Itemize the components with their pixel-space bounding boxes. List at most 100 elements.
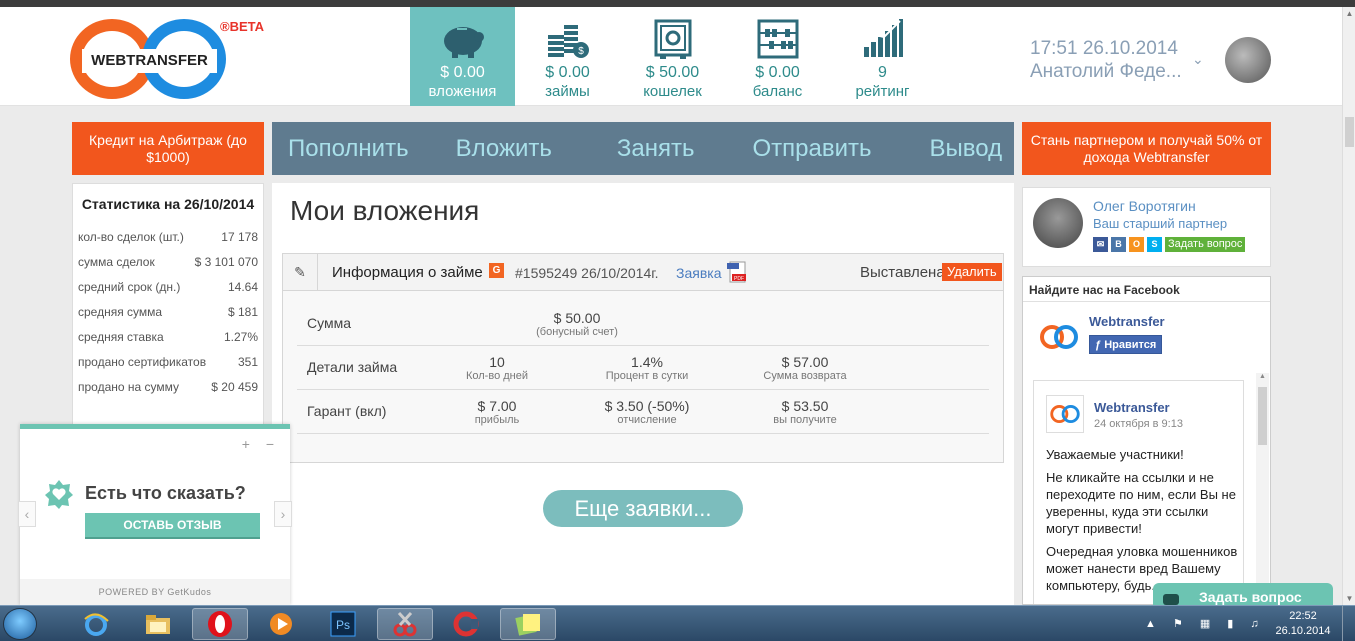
avatar[interactable] bbox=[1225, 37, 1271, 83]
chevron-down-icon[interactable]: ⌄ bbox=[1192, 51, 1204, 68]
abacus-icon bbox=[757, 19, 798, 59]
loan-number: #1595249 26/10/2014г. bbox=[515, 265, 659, 281]
nav-invest[interactable]: Вложить bbox=[456, 135, 552, 163]
facebook-widget: Найдите нас на Facebook Webtransfer ƒ Нр… bbox=[1022, 276, 1271, 605]
table-cell: 10 Кол-во дней bbox=[465, 354, 528, 382]
loan-status: Выставлена bbox=[860, 264, 945, 281]
sticky-notes-icon[interactable] bbox=[500, 608, 556, 640]
show-desktop-button[interactable] bbox=[1342, 606, 1355, 641]
like-button[interactable]: ƒ Нравится bbox=[1089, 335, 1163, 354]
facebook-post: Webtransfer 24 октября в 9:13 Уважаемые … bbox=[1033, 380, 1244, 604]
table-cell: $ 3.50 (-50%) отчисление bbox=[604, 398, 690, 426]
ask-question-button[interactable]: Задать вопрос bbox=[1165, 237, 1246, 252]
scroll-down-icon[interactable]: ▼ bbox=[1343, 592, 1355, 605]
start-button[interactable] bbox=[3, 608, 37, 640]
svg-text:PDF: PDF bbox=[734, 276, 744, 282]
scroll-up-icon[interactable]: ▲ bbox=[1256, 373, 1269, 380]
svg-text:Ps: Ps bbox=[336, 618, 350, 632]
user-info[interactable]: 17:51 26.10.2014 Анатолий Феде... bbox=[1030, 37, 1182, 83]
scroll-thumb[interactable] bbox=[1345, 117, 1354, 147]
nav-rating[interactable]: 9 рейтинг bbox=[830, 7, 935, 106]
webtransfer-logo-icon[interactable] bbox=[1037, 317, 1081, 357]
odnoklassniki-icon[interactable]: O bbox=[1129, 237, 1144, 252]
stats-panel: Статистика на 26/10/2014 кол-во сделок (… bbox=[72, 183, 264, 433]
svg-text:$: $ bbox=[578, 46, 584, 57]
media-player-icon[interactable] bbox=[253, 608, 309, 640]
partner-banner[interactable]: Стань партнером и получай 50% от дохода … bbox=[1022, 122, 1271, 175]
nav-label: рейтинг bbox=[855, 83, 910, 100]
logo-text: WEBTRANSFER bbox=[82, 49, 217, 73]
nav-balance[interactable]: $ 0.00 баланс bbox=[725, 7, 830, 106]
partner-card: Олег Воротягин Ваш старший партнер ✉ B O… bbox=[1022, 187, 1271, 267]
scroll-up-icon[interactable]: ▲ bbox=[1343, 7, 1355, 20]
main-nav: Пополнить Вложить Занять Отправить Вывод bbox=[272, 122, 1014, 175]
taskbar: Ps ▲ ⚑ ▦ ▮ ♫ 22:52 26.10.2014 bbox=[0, 605, 1355, 641]
ask-question-tab[interactable]: Задать вопрос bbox=[1153, 583, 1333, 605]
nav-loans[interactable]: $ $ 0.00 займы bbox=[515, 7, 620, 106]
nav-label: вложения bbox=[428, 83, 497, 100]
stat-row: продано на сумму $ 20 459 bbox=[78, 380, 258, 394]
page-scrollbar[interactable]: ▲ ▼ bbox=[1342, 7, 1355, 605]
nav-label: займы bbox=[545, 83, 590, 100]
leave-feedback-button[interactable]: ОСТАВЬ ОТЗЫВ bbox=[85, 513, 260, 539]
widget-controls[interactable]: + − bbox=[242, 436, 280, 452]
photoshop-icon[interactable]: Ps bbox=[315, 608, 371, 640]
chevron-right-icon[interactable]: › bbox=[274, 501, 292, 527]
clock[interactable]: 22:52 26.10.2014 bbox=[1272, 609, 1334, 639]
loan-header: ✎ Информация о займе G #1595249 26/10/20… bbox=[283, 254, 1003, 291]
file-explorer-icon[interactable] bbox=[130, 608, 186, 640]
loan-info-card: ✎ Информация о займе G #1595249 26/10/20… bbox=[282, 253, 1004, 463]
partner-avatar[interactable] bbox=[1033, 198, 1083, 248]
partner-name[interactable]: Олег Воротягин bbox=[1093, 198, 1196, 214]
nav-value: $ 0.00 bbox=[755, 64, 800, 81]
header-nav: $ 0.00 вложения $ $ 0.00 займы $ 50.00 к… bbox=[410, 7, 935, 106]
chevron-left-icon[interactable]: ‹ bbox=[18, 501, 36, 527]
internet-explorer-icon[interactable] bbox=[68, 608, 124, 640]
safe-icon bbox=[654, 19, 691, 59]
beta-badge: ®BETA bbox=[220, 19, 265, 34]
table-cell: 1.4% Процент в сутки bbox=[605, 354, 689, 382]
nav-label: баланс bbox=[752, 83, 803, 100]
ccleaner-icon[interactable] bbox=[438, 608, 494, 640]
webtransfer-logo-icon[interactable] bbox=[1046, 395, 1084, 433]
nav-deposit[interactable]: Пополнить bbox=[288, 135, 409, 163]
loan-title: Информация о займе bbox=[332, 264, 483, 281]
kudos-title: Есть что сказать? bbox=[85, 483, 246, 503]
main-content: Мои вложения ✎ Информация о займе G #159… bbox=[272, 183, 1014, 605]
facebook-title: Найдите нас на Facebook bbox=[1023, 277, 1270, 302]
stat-row: сумма сделок $ 3 101 070 bbox=[78, 255, 258, 269]
post-date[interactable]: 24 октября в 9:13 bbox=[1094, 418, 1183, 430]
opera-browser-icon[interactable] bbox=[192, 608, 248, 640]
nav-wallet[interactable]: $ 50.00 кошелек bbox=[620, 7, 725, 106]
kudos-footer[interactable]: POWERED BY GetKudos bbox=[20, 579, 290, 605]
table-cell: $ 7.00 прибыль bbox=[474, 398, 520, 426]
arbitrage-credit-banner[interactable]: Кредит на Арбитраж (до $1000) bbox=[72, 122, 264, 175]
nav-borrow[interactable]: Занять bbox=[617, 135, 695, 163]
facebook-page-name[interactable]: Webtransfer bbox=[1089, 314, 1165, 329]
skype-icon[interactable]: S bbox=[1147, 237, 1162, 252]
facebook-scrollbar[interactable]: ▲ bbox=[1256, 373, 1269, 604]
mail-icon[interactable]: ✉ bbox=[1093, 237, 1108, 252]
nav-value: $ 0.00 bbox=[545, 64, 590, 81]
logo[interactable]: WEBTRANSFER ®BETA bbox=[70, 15, 270, 99]
stat-row: кол-во сделок (шт.) 17 178 bbox=[78, 230, 258, 244]
pdf-icon[interactable]: PDF bbox=[726, 261, 748, 283]
application-link[interactable]: Заявка bbox=[676, 265, 721, 281]
table-row: Детали займа 10 Кол-во дней 1.4% Процент… bbox=[297, 346, 989, 390]
header: WEBTRANSFER ®BETA $ 0.00 вложения $ $ 0.… bbox=[0, 7, 1342, 106]
chat-icon bbox=[1163, 594, 1179, 605]
vk-icon[interactable]: B bbox=[1111, 237, 1126, 252]
more-requests-button[interactable]: Еще заявки... bbox=[543, 490, 743, 527]
nav-value: $ 0.00 bbox=[440, 64, 485, 81]
delete-button[interactable]: Удалить bbox=[942, 263, 1002, 281]
pencil-icon[interactable]: ✎ bbox=[283, 254, 318, 290]
nav-investments[interactable]: $ 0.00 вложения bbox=[410, 7, 515, 106]
table-cell: $ 50.00 (бонусный счет) bbox=[536, 310, 618, 338]
page-title: Мои вложения bbox=[290, 195, 480, 226]
nav-withdraw[interactable]: Вывод bbox=[930, 135, 1003, 163]
snipping-tool-icon[interactable] bbox=[377, 608, 433, 640]
system-tray[interactable]: ▲ ⚑ ▦ ▮ ♫ bbox=[1145, 617, 1266, 630]
post-author[interactable]: Webtransfer bbox=[1094, 400, 1170, 415]
stats-title: Статистика на 26/10/2014 bbox=[81, 196, 255, 212]
nav-send[interactable]: Отправить bbox=[753, 135, 872, 163]
